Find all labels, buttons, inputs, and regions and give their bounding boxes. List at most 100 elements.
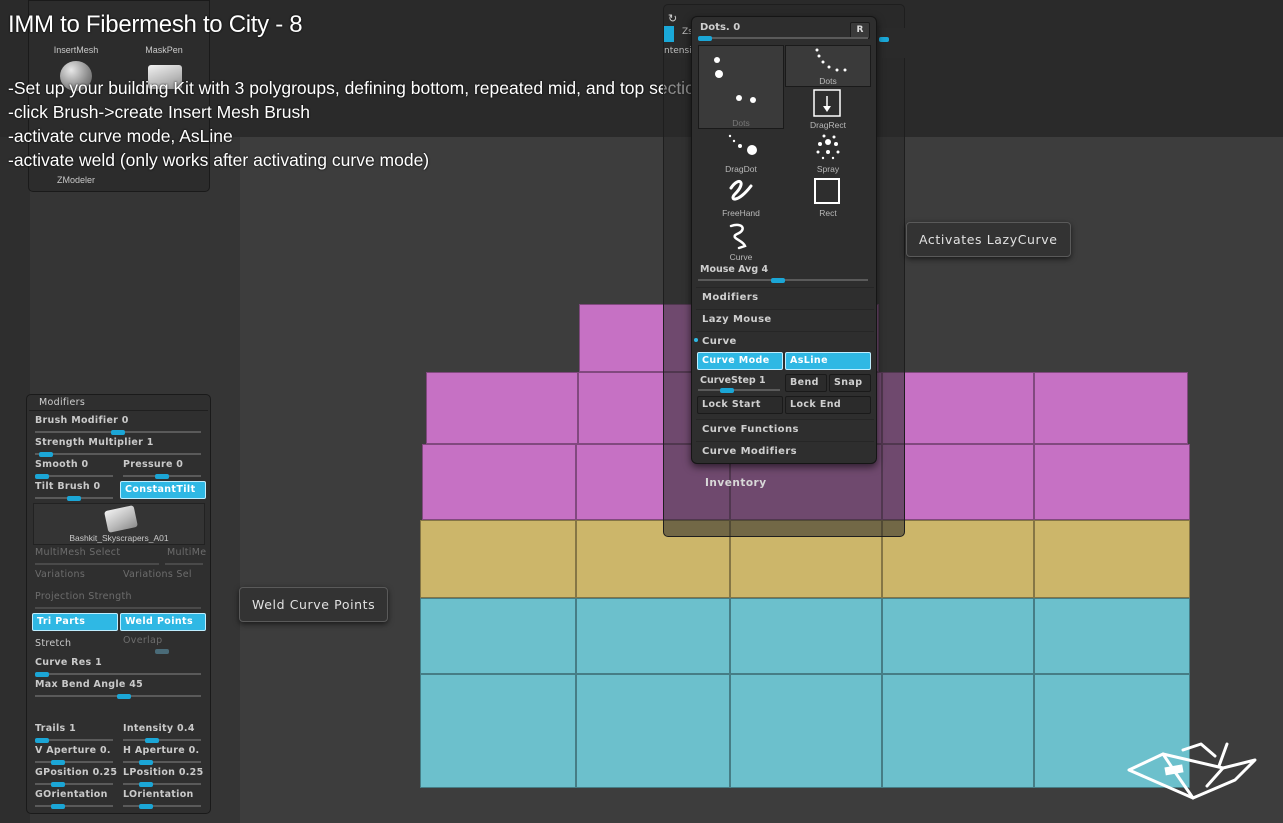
variations-slider: Variations [35, 569, 86, 580]
slider-knob[interactable] [155, 474, 169, 479]
dots-value: 0 [733, 22, 741, 33]
instruction-line: -activate weld (only works after activat… [8, 150, 430, 170]
slider-track [123, 805, 201, 807]
bottom-row-cell [1034, 598, 1190, 674]
trails-slider[interactable]: Trails 1 [35, 723, 76, 734]
curve-step-label: CurveStep [700, 375, 756, 386]
stretch-toggle[interactable]: Stretch [35, 638, 71, 649]
lposition-slider[interactable]: LPosition 0.25 [123, 767, 204, 778]
bottom-row-cell [882, 598, 1034, 674]
slider-knob[interactable] [35, 474, 49, 479]
slider-knob[interactable] [139, 782, 153, 787]
slider-track [35, 761, 113, 763]
bend-button[interactable]: Bend [785, 374, 827, 392]
bottom-row-cell [730, 598, 882, 674]
refresh-icon[interactable]: ↻ [668, 12, 677, 25]
gposition-slider[interactable]: GPosition 0.25 [35, 767, 117, 778]
dots-title: Dots. 0 [700, 22, 741, 33]
curve-step-value: 1 [759, 375, 766, 386]
instruction-line: -Set up your building Kit with 3 polygro… [8, 78, 710, 98]
top-row-cell [422, 444, 576, 520]
v-aperture-slider[interactable]: V Aperture 0. [35, 745, 111, 756]
snap-button[interactable]: Snap [829, 374, 871, 392]
top-row-cell [1034, 372, 1188, 444]
slider-knob[interactable] [51, 760, 65, 765]
lock-start-button[interactable]: Lock Start [697, 396, 783, 414]
mesh-name: Bashkit_Skyscrapers_A01 [69, 533, 169, 543]
stroke-dots-arc[interactable]: Dots [785, 45, 871, 87]
mouse-avg-slider-knob[interactable] [771, 278, 785, 283]
tilt-brush-slider[interactable]: Tilt Brush 0 [35, 481, 100, 492]
pressure-slider[interactable]: Pressure 0 [123, 459, 183, 470]
bottom-row-cell [730, 674, 882, 788]
lazy-mouse-menu[interactable]: Lazy Mouse [696, 309, 874, 330]
curve-step-slider-knob[interactable] [720, 388, 734, 393]
tri-parts-button[interactable]: Tri Parts [32, 613, 118, 631]
slider-track [165, 563, 203, 565]
dots-slider-track [698, 37, 868, 39]
slider-knob[interactable] [35, 672, 49, 677]
constant-tilt-button[interactable]: ConstantTilt [120, 481, 206, 499]
slider-knob[interactable] [35, 738, 49, 743]
dots-slider-knob[interactable] [698, 36, 712, 41]
stroke-curve[interactable]: Curve [698, 220, 784, 262]
mesh-box-icon [104, 505, 138, 533]
slider-knob[interactable] [139, 804, 153, 809]
stroke-dots-selected[interactable]: Dots [698, 45, 784, 129]
weld-points-button[interactable]: Weld Points [120, 613, 206, 631]
curve-mode-button[interactable]: Curve Mode [697, 352, 783, 370]
lorientation-slider[interactable]: LOrientation [123, 789, 194, 800]
curve-res-slider[interactable]: Curve Res 1 [35, 657, 102, 668]
slider-track [35, 563, 159, 565]
stroke-rect[interactable]: Rect [785, 176, 871, 218]
tab-indicator[interactable] [664, 26, 674, 42]
brush-label: ZModeler [56, 175, 95, 185]
mid-row-cell [420, 520, 576, 598]
slider-knob[interactable] [67, 496, 81, 501]
slider-track [123, 783, 201, 785]
curve-stroke-icon [729, 223, 747, 250]
max-bend-angle-slider[interactable]: Max Bend Angle 45 [35, 679, 143, 690]
slider-knob[interactable] [51, 804, 65, 809]
dragrect-stroke-icon [813, 89, 841, 117]
stroke-label: DragRect [810, 120, 846, 130]
slider-knob[interactable] [145, 738, 159, 743]
instruction-line: -activate curve mode, AsLine [8, 126, 233, 146]
stroke-dragdot[interactable]: DragDot [698, 132, 784, 174]
stroke-label: DragDot [725, 164, 757, 174]
brush-label: InsertMesh [53, 45, 99, 55]
intensity-slider[interactable]: Intensity 0.4 [123, 723, 195, 734]
gorientation-slider[interactable]: GOrientation [35, 789, 108, 800]
slider-knob[interactable] [117, 694, 131, 699]
lock-end-button[interactable]: Lock End [785, 396, 871, 414]
stroke-freehand[interactable]: FreeHand [698, 176, 784, 218]
slider-knob[interactable] [51, 782, 65, 787]
slider-knob[interactable] [139, 760, 153, 765]
brush-modifier-slider[interactable]: Brush Modifier 0 [35, 415, 129, 426]
asline-button[interactable]: AsLine [785, 352, 871, 370]
curve-menu[interactable]: Curve [696, 331, 874, 352]
smooth-slider[interactable]: Smooth 0 [35, 459, 88, 470]
slider-knob[interactable] [111, 430, 125, 435]
stroke-palette: Dots. 0 R Dots Dots DragRect DragDot Spr… [691, 16, 877, 464]
stroke-label: Rect [819, 208, 837, 218]
header-slider-knob[interactable] [879, 37, 889, 42]
rect-stroke-icon [814, 178, 840, 204]
slider-knob[interactable] [39, 452, 53, 457]
strength-multiplier-slider[interactable]: Strength Multiplier 1 [35, 437, 154, 448]
stroke-dragrect[interactable]: DragRect [785, 88, 871, 130]
inventory-label[interactable]: Inventory [705, 477, 767, 489]
mesh-thumbnail[interactable]: Bashkit_Skyscrapers_A01 [33, 503, 205, 545]
modifiers-menu[interactable]: Modifiers [696, 287, 874, 308]
h-aperture-slider[interactable]: H Aperture 0. [123, 745, 199, 756]
bottom-row-cell [576, 674, 730, 788]
mouse-avg-value: 4 [761, 264, 769, 275]
top-row-cell [1034, 444, 1190, 520]
stroke-spray[interactable]: Spray [785, 132, 871, 174]
curve-modifiers-menu[interactable]: Curve Modifiers [696, 441, 874, 462]
modifiers-title: Modifiers [39, 397, 86, 408]
slider-track [123, 739, 201, 741]
curve-functions-menu[interactable]: Curve Functions [696, 419, 874, 440]
spray-stroke-icon [816, 134, 840, 160]
dragdot-stroke-icon [728, 134, 757, 155]
